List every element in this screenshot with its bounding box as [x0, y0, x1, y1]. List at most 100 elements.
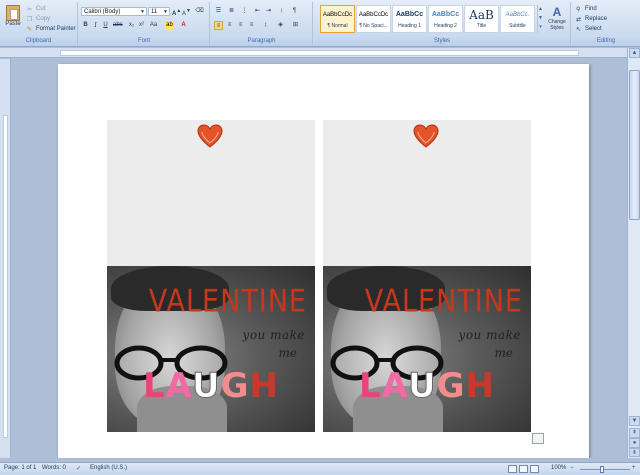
change-styles-icon: A [552, 5, 562, 19]
proofing-icon[interactable]: ✓ [76, 465, 81, 472]
superscript-button[interactable]: x² [137, 21, 146, 30]
card-blank-area [107, 120, 315, 266]
align-center-icon[interactable]: ≡ [225, 21, 234, 30]
style-sample: AaBbCc. [505, 12, 530, 18]
zoom-in-icon[interactable]: + [632, 465, 636, 471]
line-spacing-icon[interactable]: ↨ [261, 21, 270, 30]
paste-options-icon[interactable] [532, 433, 544, 444]
replace-button[interactable]: ⇄ Replace [576, 15, 607, 24]
scroll-up-icon[interactable]: ▲ [629, 48, 640, 58]
grow-font-button[interactable]: A▲ [172, 7, 181, 17]
multilevel-list-icon[interactable]: ⋮ [240, 7, 249, 16]
change-case-button[interactable]: Aa [149, 21, 158, 30]
zoom-slider[interactable] [580, 469, 630, 470]
style-name: Heading 1 [398, 23, 421, 29]
style-sample: AaBbCc [431, 11, 460, 18]
word-count[interactable]: Words: 0 [42, 465, 66, 471]
justify-icon[interactable]: ≡ [247, 21, 256, 30]
styles-scroll[interactable]: ▲ ▼ ▾ [537, 5, 543, 33]
font-family-select[interactable]: Calibri (Body) ▼ [81, 7, 147, 16]
previous-page-icon[interactable]: ⇞ [629, 428, 640, 438]
style-heading-2[interactable]: AaBbCc Heading 2 [428, 5, 463, 33]
decrease-indent-icon[interactable]: ⇤ [253, 7, 262, 16]
laugh-letter: H [249, 366, 279, 406]
borders-icon[interactable]: ⊞ [291, 21, 300, 30]
show-marks-icon[interactable]: ¶ [290, 7, 299, 16]
font-size-value: 11 [151, 9, 158, 15]
language-indicator[interactable]: English (U.S.) [90, 465, 127, 471]
style-sample: AaBbCc [395, 11, 424, 18]
document-page[interactable]: VALENTINE you make me LAUGH VALENTINE yo… [58, 64, 589, 458]
copy-button[interactable]: ❐ Copy [27, 15, 50, 24]
shrink-font-button[interactable]: A▼ [182, 7, 191, 17]
laugh-letter: U [407, 366, 437, 407]
style-title[interactable]: AaB Title [464, 5, 499, 33]
cut-button[interactable]: ✂ Cut [27, 5, 45, 14]
select-button[interactable]: ↖ Select [576, 25, 602, 34]
clear-formatting-icon[interactable]: ⌫ [195, 7, 204, 16]
laugh-letter: A [381, 366, 408, 406]
shading-icon[interactable]: ◈ [276, 21, 285, 30]
scroll-down-icon[interactable]: ▼ [629, 416, 640, 426]
boy-photo: VALENTINE you make me LAUGH [107, 266, 315, 432]
ruler-track [3, 115, 8, 438]
cursor-icon: ↖ [576, 27, 582, 33]
page-count[interactable]: Page: 1 of 1 [4, 465, 36, 471]
find-button[interactable]: ⚲ Find [576, 5, 597, 14]
scroll-thumb[interactable] [629, 70, 640, 220]
chevron-down-icon: ▼ [163, 9, 168, 15]
style-heading-1[interactable]: AaBbCc Heading 1 [392, 5, 427, 33]
editing-group: ⚲ Find ⇄ Replace ↖ Select Editing [572, 2, 640, 46]
vertical-ruler[interactable] [0, 59, 11, 458]
zoom-out-icon[interactable]: − [570, 465, 574, 471]
style-no-spacing[interactable]: AaBbCcDc ¶ No Spaci... [356, 5, 391, 33]
font-color-button[interactable]: A [179, 21, 188, 30]
highlight-button[interactable]: ab [165, 21, 174, 30]
format-painter-button[interactable]: ✎ Format Painter [27, 25, 76, 34]
print-layout-icon[interactable] [508, 465, 517, 473]
vertical-scrollbar[interactable]: ▲ ▼ ⇞ ● ⇟ [627, 48, 640, 458]
valentine-card[interactable]: VALENTINE you make me LAUGH [323, 120, 531, 432]
increase-indent-icon[interactable]: ⇥ [264, 7, 273, 16]
format-painter-label: Format Painter [36, 26, 76, 32]
change-styles-label: Change Styles [548, 19, 566, 31]
full-screen-reading-icon[interactable] [519, 465, 528, 473]
clipboard-group: Paste ✂ Cut ❐ Copy ✎ Format Painter Clipboa… [0, 2, 78, 46]
styles-group: AaBbCcDc ¶ Normal AaBbCcDc ¶ No Spaci...… [314, 2, 571, 46]
laugh-letter: A [165, 366, 192, 406]
sort-icon[interactable]: ↕ [277, 7, 286, 16]
copy-icon: ❐ [27, 17, 33, 23]
underline-button[interactable]: U [101, 21, 110, 30]
paste-label: Paste [5, 21, 21, 27]
zoom-slider-thumb[interactable] [600, 466, 604, 473]
align-left-icon[interactable]: ≡ [214, 21, 223, 30]
laugh-letter: L [143, 366, 166, 406]
strikethrough-button[interactable]: abc [113, 21, 123, 30]
align-right-icon[interactable]: ≡ [236, 21, 245, 30]
bullets-icon[interactable]: ☰ [214, 7, 223, 16]
web-layout-icon[interactable] [530, 465, 539, 473]
heart-icon [413, 124, 439, 148]
style-name: Title [476, 23, 487, 29]
document-workspace[interactable]: VALENTINE you make me LAUGH VALENTINE yo… [12, 59, 627, 458]
paste-button[interactable]: Paste [3, 5, 23, 34]
chevron-down-icon: ▼ [140, 9, 145, 15]
style-sample: AaBbCcDc [322, 12, 353, 18]
style-normal[interactable]: AaBbCcDc ¶ Normal [320, 5, 355, 33]
subscript-button[interactable]: x₂ [127, 21, 136, 30]
next-page-icon[interactable]: ⇟ [629, 448, 640, 457]
laugh-letter: G [220, 366, 250, 406]
zoom-level[interactable]: 100% [551, 465, 566, 471]
valentine-card[interactable]: VALENTINE you make me LAUGH [107, 120, 315, 432]
font-size-select[interactable]: 11 ▼ [148, 7, 170, 16]
bold-button[interactable]: B [81, 21, 90, 30]
horizontal-ruler[interactable] [0, 48, 640, 58]
style-subtitle[interactable]: AaBbCc. Subtitle [500, 5, 535, 33]
select-browse-object-icon[interactable]: ● [629, 438, 640, 448]
paragraph-group-label: Paragraph [211, 37, 312, 46]
numbering-icon[interactable]: ≣ [227, 7, 236, 16]
italic-button[interactable]: I [91, 21, 100, 30]
copy-label: Copy [36, 16, 51, 22]
me-text: me [278, 346, 297, 360]
change-styles-button[interactable]: A Change Styles [544, 5, 570, 35]
